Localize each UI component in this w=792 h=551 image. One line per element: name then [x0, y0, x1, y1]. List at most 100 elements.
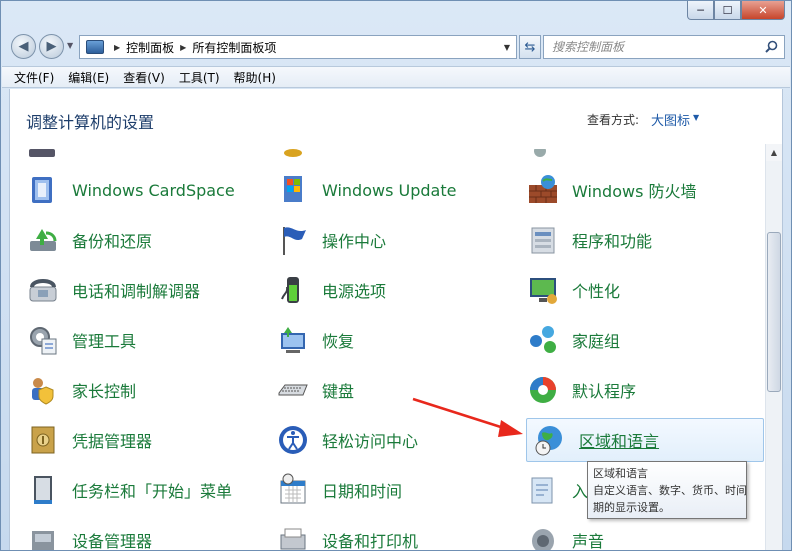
keyboard-icon: [278, 384, 308, 396]
homegroup-icon: [530, 326, 556, 353]
tooltip-description-line2: 期的显示设置。: [593, 501, 670, 514]
item-date-time[interactable]: 日期和时间: [260, 468, 500, 512]
search-input[interactable]: [544, 36, 754, 58]
chevron-right-icon[interactable]: ▶: [114, 43, 120, 52]
admin-tools-icon: [30, 327, 57, 355]
chevron-down-icon[interactable]: ▼: [693, 113, 699, 122]
globe-clock-icon: [535, 426, 562, 456]
breadcrumb-all-items[interactable]: 所有控制面板项: [192, 39, 276, 56]
menu-tools[interactable]: 工具(T): [179, 69, 220, 86]
programs-icon: [531, 227, 555, 254]
item-label: 家庭组: [572, 332, 621, 351]
item-default-programs[interactable]: 默认程序: [510, 368, 750, 412]
search-box[interactable]: [543, 35, 785, 59]
item-label: 个性化: [572, 282, 621, 301]
vertical-scrollbar[interactable]: ▲: [765, 144, 782, 550]
item-label: 电话和调制解调器: [72, 282, 201, 301]
item-phone-modem[interactable]: 电话和调制解调器: [10, 268, 250, 312]
chevron-right-icon[interactable]: ▶: [180, 43, 186, 52]
item-action-center[interactable]: 操作中心: [260, 218, 500, 262]
view-by-dropdown[interactable]: 大图标: [651, 110, 690, 129]
chevron-down-icon[interactable]: ▼: [504, 43, 510, 52]
address-bar[interactable]: ▶ 控制面板 ▶ 所有控制面板项 ▼: [79, 35, 517, 59]
menu-edit[interactable]: 编辑(E): [68, 69, 109, 86]
tooltip-title: 区域和语言: [593, 467, 648, 480]
device-manager-icon: [32, 531, 54, 550]
item-homegroup[interactable]: 家庭组: [510, 318, 750, 362]
item-label: 设备管理器: [72, 532, 153, 550]
partial-item-icon[interactable]: [276, 149, 310, 167]
refresh-button[interactable]: ⇆: [519, 35, 541, 59]
backup-icon: [30, 229, 57, 251]
item-label: 区域和语言: [579, 432, 660, 451]
search-icon[interactable]: [765, 40, 778, 53]
forward-button[interactable]: ▶: [39, 34, 64, 59]
item-label: 恢复: [322, 332, 355, 351]
windows-update-icon: [284, 176, 302, 202]
calendar-clock-icon: [280, 473, 306, 504]
back-button[interactable]: ◀: [11, 34, 36, 59]
battery-icon: [281, 277, 299, 303]
firewall-icon: [529, 175, 557, 203]
menu-bar: 文件(F) 编辑(E) 查看(V) 工具(T) 帮助(H): [2, 66, 790, 88]
monitor-icon: [530, 278, 557, 304]
item-label: Windows Update: [322, 180, 457, 200]
menu-file[interactable]: 文件(F): [14, 69, 54, 86]
minimize-button[interactable]: ─: [687, 1, 714, 20]
item-personalization[interactable]: 个性化: [510, 268, 750, 312]
partial-item-icon[interactable]: [526, 149, 560, 167]
item-label: 默认程序: [572, 382, 637, 401]
control-panel-window: ─ ☐ ✕ ◀ ▶ ▼ ▶ 控制面板 ▶ 所有控制面板项 ▼ ⇆ 文件(F) 编…: [0, 0, 792, 551]
arrow-left-icon: ◀: [18, 39, 29, 54]
item-label: 日期和时间: [322, 482, 403, 501]
view-by-label: 查看方式:: [587, 113, 640, 127]
item-ease-of-access[interactable]: 轻松访问中心: [260, 418, 500, 462]
vault-icon: [31, 426, 55, 454]
breadcrumb-control-panel[interactable]: 控制面板: [126, 39, 174, 56]
item-backup-restore[interactable]: 备份和还原: [10, 218, 250, 262]
item-label: 入: [572, 482, 589, 501]
item-label: Windows CardSpace: [72, 180, 235, 200]
arrow-right-icon: ▶: [46, 39, 57, 54]
scroll-thumb[interactable]: [767, 232, 781, 392]
item-label: 键盘: [322, 382, 355, 401]
close-button[interactable]: ✕: [741, 1, 785, 20]
item-label: 声音: [572, 532, 605, 550]
getting-started-icon: [531, 477, 553, 504]
maximize-button[interactable]: ☐: [714, 1, 741, 20]
navigation-bar: ◀ ▶ ▼ ▶ 控制面板 ▶ 所有控制面板项 ▼ ⇆: [9, 31, 785, 61]
cardspace-icon: [32, 177, 52, 203]
printer-icon: [280, 528, 306, 550]
item-windows-firewall[interactable]: Windows 防火墙: [510, 168, 750, 212]
item-power-options[interactable]: 电源选项: [260, 268, 500, 312]
item-label: 设备和打印机: [322, 532, 419, 550]
item-recovery[interactable]: 恢复: [260, 318, 500, 362]
item-region-language[interactable]: 区域和语言: [526, 418, 764, 462]
item-label: 电源选项: [322, 282, 387, 301]
item-tooltip: 区域和语言 自定义语言、数字、货币、时间和日 期的显示设置。: [587, 461, 747, 519]
taskbar-icon: [34, 476, 52, 504]
scroll-up-button[interactable]: ▲: [766, 144, 782, 161]
item-label: 备份和还原: [72, 232, 153, 251]
item-credential-manager[interactable]: 凭据管理器: [10, 418, 250, 462]
menu-view[interactable]: 查看(V): [123, 69, 165, 86]
item-windows-update[interactable]: Windows Update: [260, 168, 500, 212]
item-windows-cardspace[interactable]: Windows CardSpace: [10, 168, 250, 212]
partial-item-icon[interactable]: [26, 149, 60, 167]
tooltip-description-line1: 自定义语言、数字、货币、时间和日: [593, 484, 747, 497]
item-taskbar-start-menu[interactable]: 任务栏和「开始」菜单: [10, 468, 250, 512]
item-parental-controls[interactable]: 家长控制: [10, 368, 250, 412]
item-label: 管理工具: [72, 332, 137, 351]
item-programs-features[interactable]: 程序和功能: [510, 218, 750, 262]
menu-help[interactable]: 帮助(H): [234, 69, 276, 86]
item-sound[interactable]: 声音: [510, 518, 750, 550]
item-admin-tools[interactable]: 管理工具: [10, 318, 250, 362]
item-device-manager[interactable]: 设备管理器: [10, 518, 250, 550]
control-panel-icon: [86, 40, 104, 54]
caption-buttons: ─ ☐ ✕: [687, 1, 785, 20]
item-devices-printers[interactable]: 设备和打印机: [260, 518, 500, 550]
default-programs-icon: [530, 377, 556, 403]
recent-pages-dropdown[interactable]: ▼: [67, 41, 73, 50]
ease-of-access-icon: [279, 426, 307, 454]
item-keyboard[interactable]: 键盘: [260, 368, 500, 412]
